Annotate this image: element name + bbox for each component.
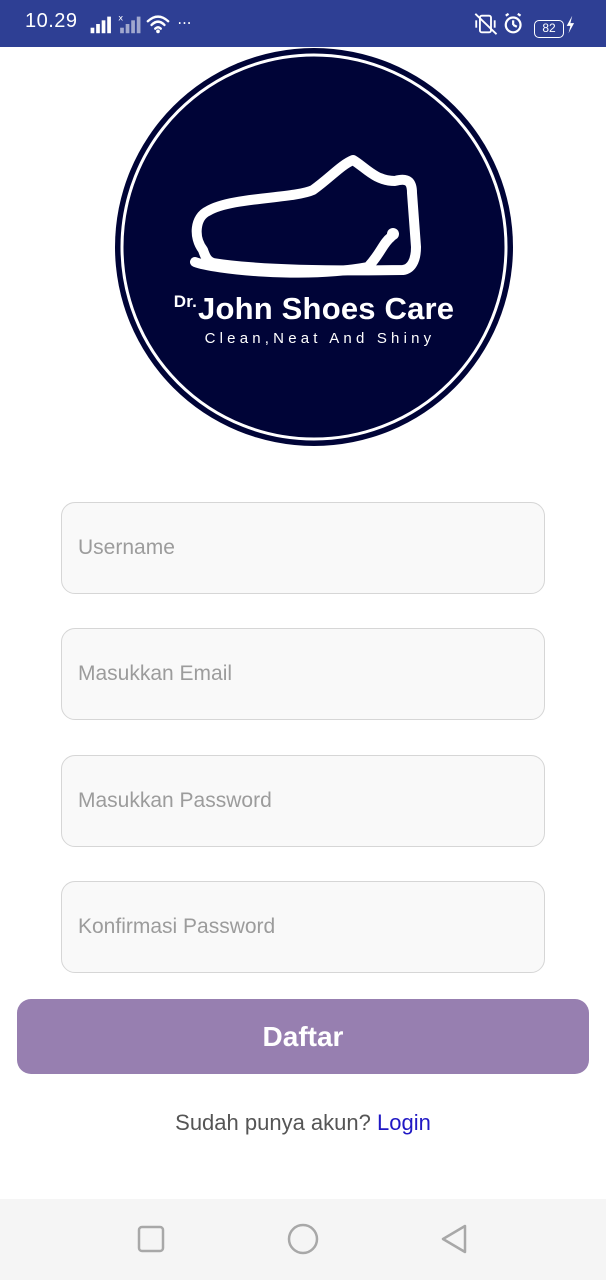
navigation-bar — [0, 1199, 606, 1280]
home-icon[interactable] — [285, 1221, 321, 1257]
more-notifications-icon: ··· — [177, 16, 191, 33]
login-prompt-text: Sudah punya akun? — [175, 1110, 371, 1135]
email-input[interactable] — [61, 628, 545, 720]
status-right-icons — [474, 12, 575, 35]
battery-icon: 82 — [534, 20, 564, 38]
shoe-lace-dot — [387, 228, 399, 240]
status-bar: 10.29 x ··· 82 — [0, 0, 606, 47]
back-icon[interactable] — [437, 1221, 473, 1257]
app-logo: Dr.John Shoes Care Clean,Neat And Shiny — [113, 47, 515, 449]
confirm-password-input[interactable] — [61, 881, 545, 973]
svg-text:x: x — [118, 12, 123, 22]
logo-title-text: John Shoes Care — [198, 291, 455, 326]
login-prompt: Sudah punya akun? Login — [0, 1110, 606, 1136]
status-time: 10.29 — [25, 10, 78, 32]
logo-title-prefix: Dr. — [173, 292, 198, 311]
wifi-icon — [146, 15, 170, 30]
charging-icon — [566, 15, 575, 34]
alarm-icon — [504, 12, 522, 34]
status-left-icons: x ··· — [90, 12, 191, 34]
vibrate-off-icon — [474, 13, 498, 35]
logo-tagline: Clean,Neat And Shiny — [204, 330, 436, 347]
register-button[interactable]: Daftar — [17, 999, 589, 1074]
logo-emblem — [115, 48, 513, 446]
signal-icon — [90, 16, 111, 34]
recent-apps-icon[interactable] — [133, 1221, 169, 1257]
username-input[interactable] — [61, 502, 545, 594]
login-link[interactable]: Login — [377, 1110, 431, 1135]
password-input[interactable] — [61, 755, 545, 847]
logo-title: Dr.John Shoes Care — [113, 291, 515, 327]
